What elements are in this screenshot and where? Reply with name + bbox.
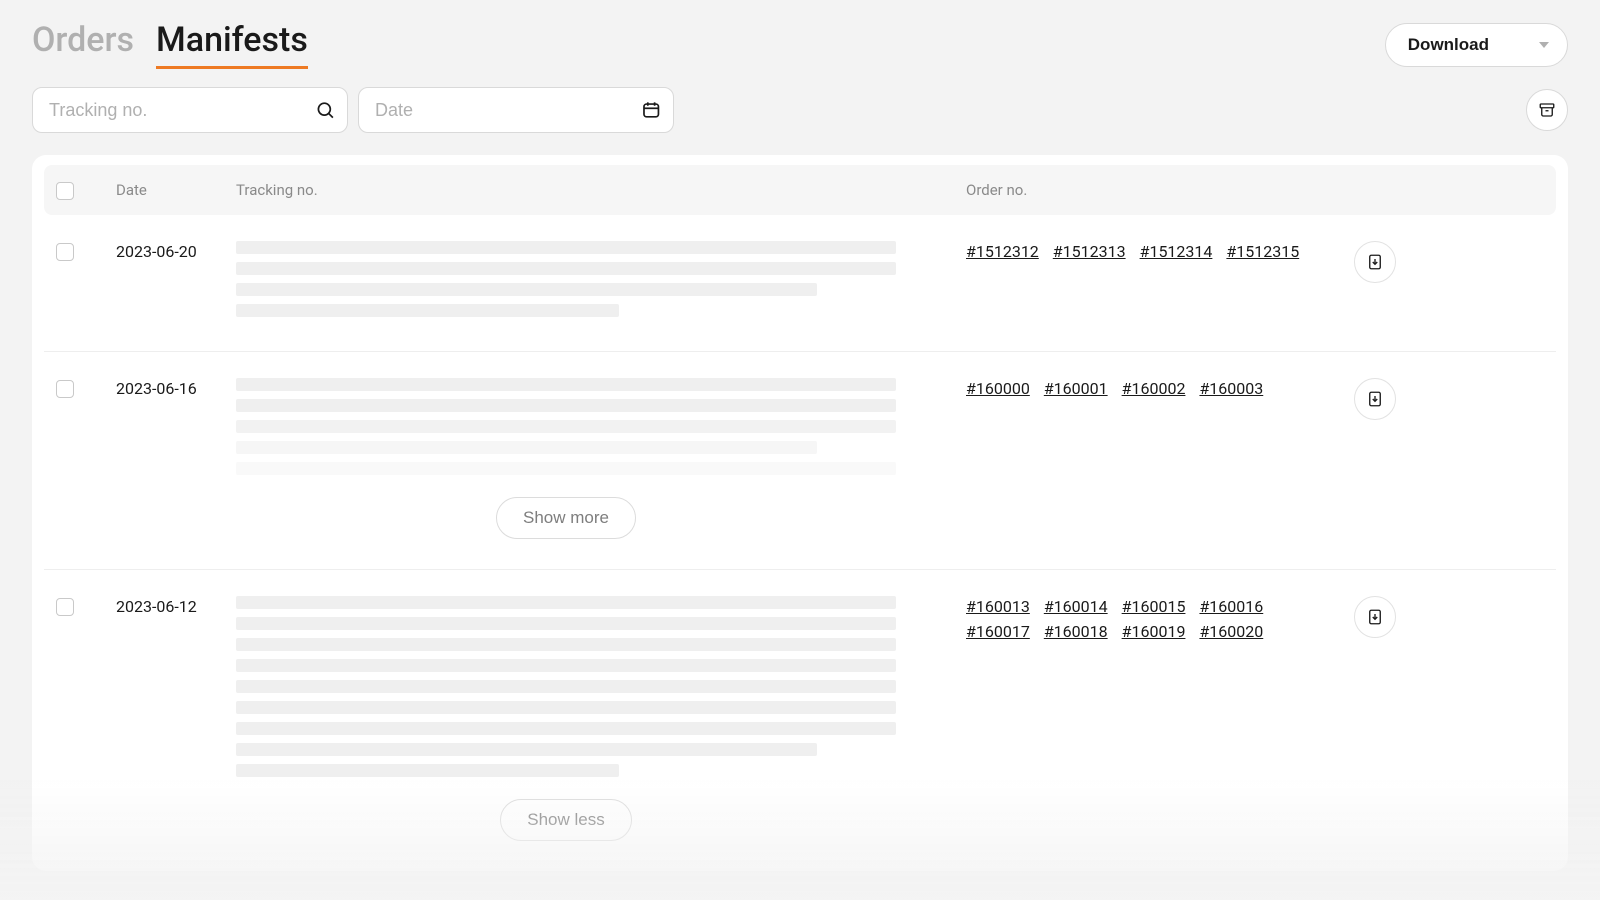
- archive-icon: [1538, 101, 1556, 119]
- row-orders: #160000 #160001 #160002 #160003: [966, 378, 1336, 398]
- order-link[interactable]: #160018: [1044, 622, 1108, 641]
- download-icon: [1366, 390, 1384, 408]
- col-date: Date: [116, 181, 236, 199]
- archive-button[interactable]: [1526, 89, 1568, 131]
- row-tracking: [236, 241, 966, 325]
- show-more-button[interactable]: Show more: [496, 497, 636, 539]
- table-header: Date Tracking no. Order no.: [44, 165, 1556, 215]
- date-field[interactable]: [358, 87, 674, 133]
- tracking-search-field[interactable]: [32, 87, 348, 133]
- table-row: 2023-06-20 #1512312 #1512313 #1512314 #1…: [44, 215, 1556, 352]
- row-download-button[interactable]: [1354, 596, 1396, 638]
- order-link[interactable]: #1512313: [1053, 242, 1126, 261]
- row-checkbox[interactable]: [56, 380, 74, 398]
- col-tracking: Tracking no.: [236, 181, 966, 199]
- download-button[interactable]: Download: [1385, 23, 1568, 67]
- tracking-search-input[interactable]: [49, 100, 315, 121]
- row-date: 2023-06-20: [116, 241, 236, 261]
- select-all-checkbox[interactable]: [56, 182, 74, 200]
- search-icon: [315, 99, 335, 121]
- order-link[interactable]: #160020: [1199, 622, 1263, 641]
- table-row: 2023-06-12 Show less #160013 #160014 #16…: [44, 570, 1556, 871]
- download-button-label: Download: [1408, 35, 1489, 55]
- manifests-table: Date Tracking no. Order no. 2023-06-20 #…: [32, 155, 1568, 871]
- download-icon: [1366, 253, 1384, 271]
- order-link[interactable]: #160013: [966, 597, 1030, 616]
- row-date: 2023-06-16: [116, 378, 236, 398]
- row-checkbox[interactable]: [56, 598, 74, 616]
- show-less-button[interactable]: Show less: [500, 799, 631, 841]
- tab-manifests[interactable]: Manifests: [156, 20, 308, 69]
- order-link[interactable]: #160003: [1199, 379, 1263, 398]
- order-link[interactable]: #1512315: [1226, 242, 1299, 261]
- date-input[interactable]: [375, 100, 641, 121]
- row-orders: #160013 #160014 #160015 #160016 #160017 …: [966, 596, 1336, 641]
- order-link[interactable]: #160019: [1122, 622, 1186, 641]
- chevron-down-icon: [1539, 42, 1549, 48]
- order-link[interactable]: #160000: [966, 379, 1030, 398]
- row-download-button[interactable]: [1354, 241, 1396, 283]
- order-link[interactable]: #160017: [966, 622, 1030, 641]
- row-tracking: Show less: [236, 596, 966, 845]
- order-link[interactable]: #1512314: [1140, 242, 1213, 261]
- row-download-button[interactable]: [1354, 378, 1396, 420]
- row-orders: #1512312 #1512313 #1512314 #1512315: [966, 241, 1336, 261]
- calendar-icon: [641, 99, 661, 121]
- order-link[interactable]: #160002: [1122, 379, 1186, 398]
- download-icon: [1366, 608, 1384, 626]
- table-row: 2023-06-16 Show more #160000 #160001 #16…: [44, 352, 1556, 570]
- row-tracking: Show more: [236, 378, 966, 543]
- tab-orders[interactable]: Orders: [32, 20, 134, 66]
- col-order: Order no.: [966, 181, 1336, 199]
- order-link[interactable]: #160014: [1044, 597, 1108, 616]
- row-checkbox[interactable]: [56, 243, 74, 261]
- order-link[interactable]: #160016: [1199, 597, 1263, 616]
- order-link[interactable]: #160015: [1122, 597, 1186, 616]
- order-link[interactable]: #1512312: [966, 242, 1039, 261]
- row-date: 2023-06-12: [116, 596, 236, 616]
- order-link[interactable]: #160001: [1044, 379, 1108, 398]
